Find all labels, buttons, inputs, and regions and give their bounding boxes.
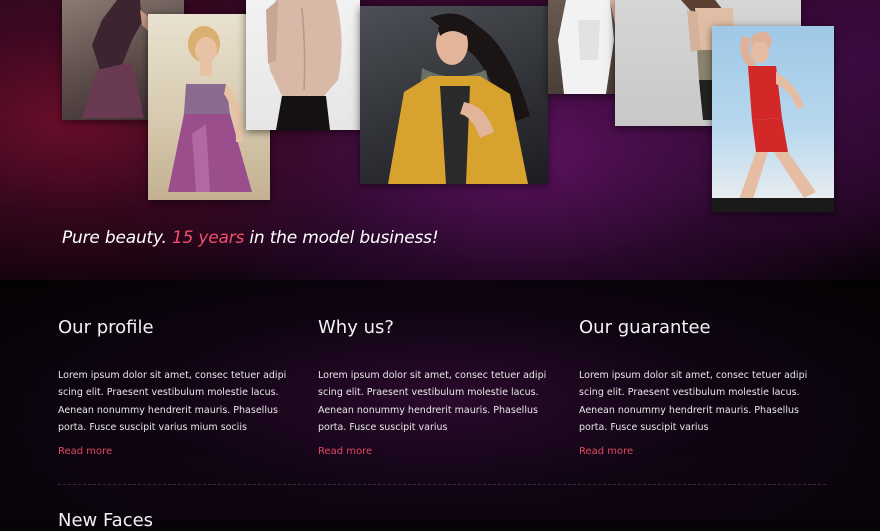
feature-text: Lorem ipsum dolor sit amet, consec tetue…: [58, 370, 287, 434]
feature-text: Lorem ipsum dolor sit amet, consec tetue…: [318, 370, 547, 434]
model-figure-icon: [712, 31, 834, 212]
feature-title: Why us?: [318, 317, 394, 338]
hero-tagline: Pure beauty. 15 years in the model busin…: [62, 228, 439, 248]
model-figure-icon: [266, 0, 342, 130]
tagline-lead: Pure beauty.: [62, 228, 167, 248]
tagline-accent: 15 years: [171, 228, 245, 248]
read-more-link[interactable]: Read more: [579, 446, 814, 457]
read-more-link[interactable]: Read more: [58, 446, 293, 457]
new-faces-heading: New Faces: [58, 510, 154, 531]
feature-column-why-us: Why us? Lorem ipsum dolor sit amet, cons…: [318, 317, 553, 457]
feature-title: Our profile: [58, 317, 154, 338]
model-photo-yellow-jacket[interactable]: [360, 6, 548, 184]
feature-column-profile: Our profile Lorem ipsum dolor sit amet, …: [58, 317, 293, 457]
feature-text: Lorem ipsum dolor sit amet, consec tetue…: [579, 370, 808, 434]
model-figure-icon: [388, 13, 530, 184]
feature-title: Our guarantee: [579, 317, 711, 338]
section-divider: [58, 484, 826, 485]
model-photo-red-swimsuit[interactable]: [712, 26, 834, 212]
feature-column-guarantee: Our guarantee Lorem ipsum dolor sit amet…: [579, 317, 814, 457]
read-more-link[interactable]: Read more: [318, 446, 553, 457]
model-photo-bare-back[interactable]: [246, 0, 360, 130]
tagline-tail: in the model business!: [249, 228, 439, 248]
hero-banner: Pure beauty. 15 years in the model busin…: [0, 0, 880, 280]
